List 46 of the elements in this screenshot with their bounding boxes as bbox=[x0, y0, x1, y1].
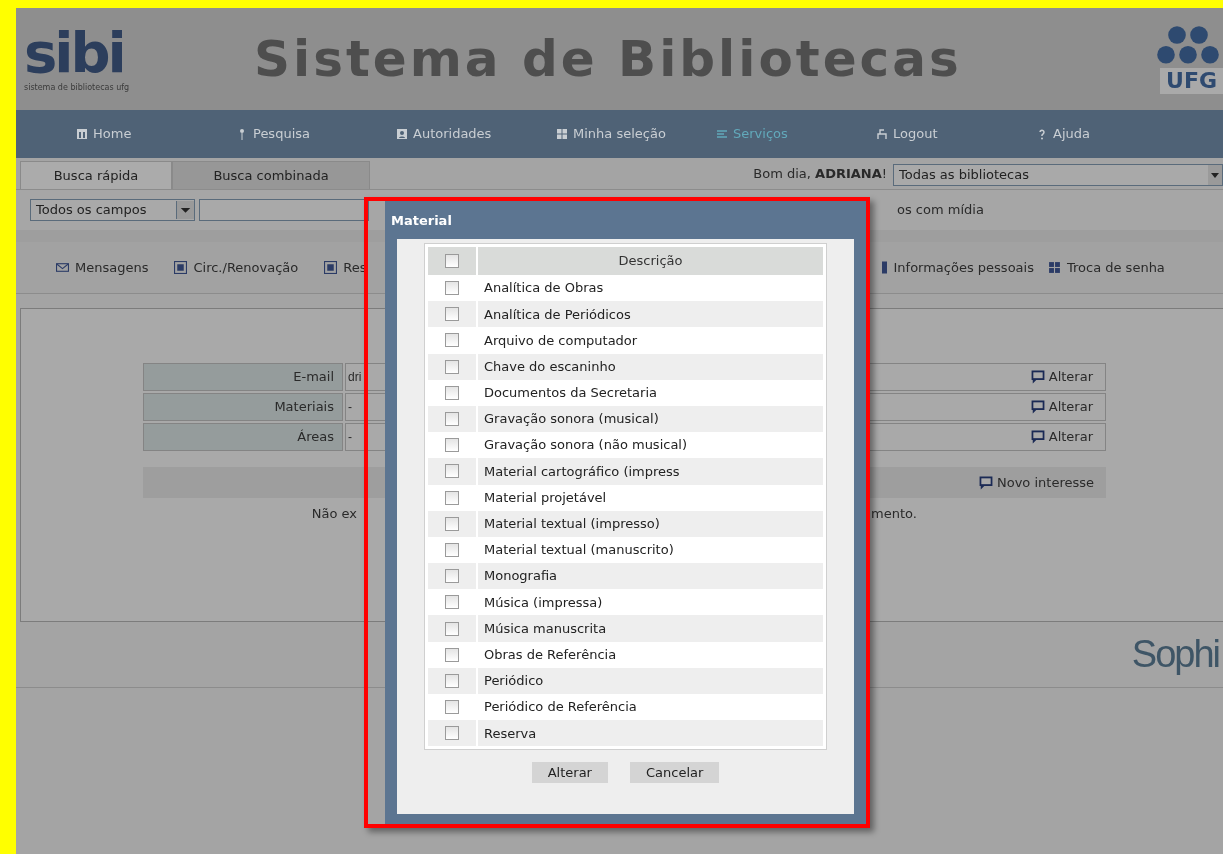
edit-link[interactable]: Alterar bbox=[1030, 397, 1093, 417]
field-label: E-mail bbox=[143, 363, 343, 391]
table-cell: Música manuscrita bbox=[478, 615, 823, 642]
field-value: dri bbox=[348, 369, 362, 386]
search-tab[interactable]: Busca combinada bbox=[172, 161, 370, 189]
nav-link[interactable]: Ajuda bbox=[1036, 124, 1196, 144]
menu-link[interactable]: Troca de senha bbox=[1047, 257, 1165, 278]
table-cell: Material textual (impresso) bbox=[478, 510, 823, 537]
table-cell: Periódico bbox=[478, 667, 823, 694]
menu-link[interactable]: Circ./Renovação bbox=[174, 257, 299, 278]
dialog-button[interactable]: Cancelar bbox=[629, 762, 720, 784]
field-select[interactable]: Todos os campos bbox=[30, 199, 195, 221]
column-header: Descrição bbox=[478, 247, 823, 275]
table-cell: Chave do escaninho bbox=[478, 353, 823, 380]
sophia-logo: Sophi bbox=[1131, 632, 1219, 677]
table-cell: Monografia bbox=[478, 563, 823, 590]
edit-link[interactable]: Alterar bbox=[1030, 367, 1093, 387]
menu-link[interactable]: Informações pessoais bbox=[882, 257, 1034, 278]
field-label: Áreas bbox=[143, 423, 343, 451]
edit-link[interactable]: Alterar bbox=[1030, 427, 1093, 447]
field-value: - bbox=[348, 399, 352, 416]
table-cell: Material cartográfico (impress bbox=[478, 458, 823, 485]
field-value: - bbox=[348, 429, 352, 446]
field-label: Materiais bbox=[143, 393, 343, 421]
table-cell: Reserva bbox=[478, 720, 823, 747]
new-interest-link[interactable]: Novo interesse bbox=[979, 472, 1094, 493]
search-tab[interactable]: Busca rápida bbox=[20, 161, 172, 189]
nav-link[interactable]: Pesquisa bbox=[236, 124, 396, 144]
table-cell: Gravação sonora (musical) bbox=[478, 405, 823, 433]
nav-link[interactable]: Home bbox=[76, 124, 236, 144]
logo-caption: sistema de bibliotecas ufg bbox=[24, 82, 131, 94]
table-cell: Analítica de Periódicos bbox=[478, 301, 823, 328]
menu-link[interactable]: Mensagens bbox=[56, 257, 149, 278]
nav-link[interactable]: Autoridades bbox=[396, 124, 556, 144]
dialog-title: Material bbox=[391, 212, 453, 230]
nav-link[interactable]: Logout bbox=[876, 124, 1036, 144]
site-title: Sistema de Bibliotecas bbox=[254, 28, 962, 90]
media-option-label: os com mídia bbox=[897, 201, 984, 220]
empty-message-text: Não ex bbox=[311, 505, 357, 523]
library-select[interactable]: Todas as bibliotecas bbox=[893, 164, 1223, 186]
ufg-badge: UFG bbox=[1160, 68, 1223, 94]
sibi-logo: sibi bbox=[24, 24, 124, 82]
empty-message-text: mento. bbox=[871, 505, 917, 523]
dialog-button[interactable]: Alterar bbox=[531, 762, 608, 784]
nav-link[interactable]: Minha seleção bbox=[556, 124, 716, 144]
greeting-text: Bom dia, ADRIANA! bbox=[753, 164, 887, 183]
